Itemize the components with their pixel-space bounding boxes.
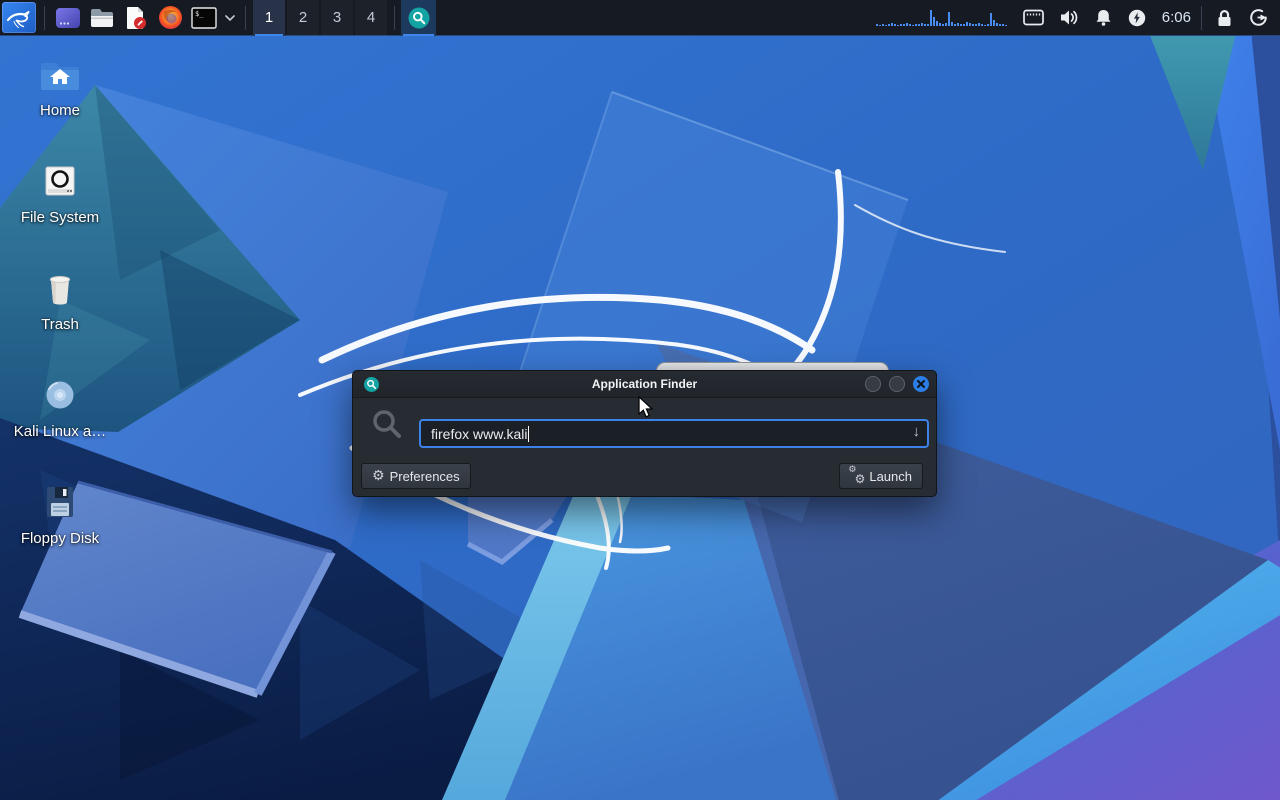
launcher-dropdown-chevron[interactable] [221,0,239,36]
desktop-icon-home[interactable]: Home [12,50,108,157]
taskbar-application-finder[interactable] [401,0,436,36]
kali-logo-icon [6,10,30,28]
dialog-buttons: ⚙ Preferences ⚙ ⚙ Launch [353,463,936,489]
cd-disc-icon [46,381,74,409]
search-input-value: firefox www.kali [431,425,528,442]
minimize-button[interactable] [865,376,881,392]
panel-separator [1201,5,1202,30]
window-controls [865,376,929,392]
launcher-files-app[interactable] [51,0,85,36]
desktop-icon-kali-linux-cd[interactable]: Kali Linux a… [12,371,108,478]
desktop-icon-floppy-disk[interactable]: Floppy Disk [12,478,108,585]
firefox-icon [158,6,182,29]
display-indicator[interactable] [1022,9,1044,26]
top-panel: $_ 1 2 3 4 6:06 [0,0,1280,36]
terminal-glyph: $_ [195,10,204,18]
logout-icon [1250,9,1267,26]
notifications-indicator[interactable] [1095,9,1112,27]
panel-right: 6:06 [875,0,1280,36]
volume-icon [1060,10,1078,25]
launcher-terminal[interactable]: $_ [187,0,221,36]
power-bolt-icon [1128,9,1145,26]
hard-drive-icon [45,166,75,196]
workspace-1[interactable]: 1 [253,0,285,36]
bell-icon [1096,9,1111,26]
workspace-4[interactable]: 4 [355,0,387,36]
desktop-icon-label: Kali Linux a… [13,423,107,440]
document-icon [127,6,146,29]
desktop-icon-label: Trash [41,316,79,333]
launcher-text-editor[interactable] [119,0,153,36]
desktop-icon-label: Floppy Disk [20,530,100,547]
mouse-cursor [638,396,654,418]
applications-menu-button[interactable] [2,2,36,33]
folder-icon [91,8,113,27]
launcher-file-manager[interactable] [85,0,119,36]
maximize-button[interactable] [889,376,905,392]
window-icon [56,7,80,28]
trash-icon [49,276,71,305]
panel-separator [245,5,246,30]
home-folder-icon [41,63,79,90]
lock-screen-button[interactable] [1216,9,1233,27]
text-caret [528,425,530,442]
preferences-label: Preferences [389,468,460,484]
app-finder-icon [364,377,379,392]
chevron-down-icon [225,14,235,21]
search-input[interactable]: firefox www.kali ↓ [419,419,929,448]
panel-separator [44,5,45,30]
clock[interactable]: 6:06 [1162,9,1191,26]
desktop: Home File System Trash Kali Linux a… Flo… [0,0,1280,800]
desktop-icon-list: Home File System Trash Kali Linux a… Flo… [12,50,108,585]
launcher-firefox[interactable] [153,0,187,36]
launch-gears-icon: ⚙ ⚙ [848,465,866,486]
close-icon [917,380,925,388]
terminal-icon: $_ [191,6,217,29]
search-icon [373,410,401,438]
display-icon [1022,9,1044,26]
desktop-icon-file-system[interactable]: File System [12,157,108,264]
dialog-titlebar[interactable]: Application Finder [353,371,936,398]
logout-button[interactable] [1249,8,1268,27]
launch-button[interactable]: ⚙ ⚙ Launch [839,463,923,489]
floppy-disk-icon [47,487,73,517]
launch-label: Launch [869,468,912,484]
desktop-icon-trash[interactable]: Trash [12,264,108,371]
app-finder-task-icon [408,7,429,28]
desktop-icon-label: Home [39,102,80,119]
lock-icon [1218,9,1231,26]
cpu-graph[interactable] [875,9,1007,26]
application-finder-window: Application Finder firefox www.kali ↓ ⚙ … [352,370,937,497]
desktop-icon-label: File System [20,209,100,226]
dropdown-arrow-icon[interactable]: ↓ [913,423,921,440]
power-manager-indicator[interactable] [1128,9,1146,27]
close-button[interactable] [913,376,929,392]
panel-left: $_ 1 2 3 4 [0,0,436,36]
dialog-title: Application Finder [591,377,698,391]
preferences-button[interactable]: ⚙ Preferences [361,463,471,489]
workspace-2[interactable]: 2 [287,0,319,36]
workspace-3[interactable]: 3 [321,0,353,36]
panel-separator [394,5,395,30]
volume-indicator[interactable] [1060,9,1079,26]
gear-icon: ⚙ [372,468,385,484]
